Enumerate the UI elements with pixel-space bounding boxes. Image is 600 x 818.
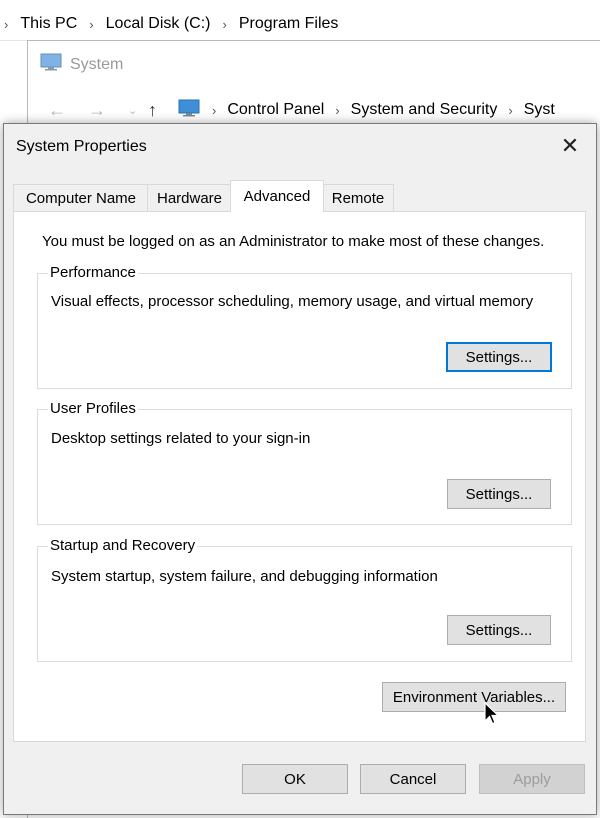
up-arrow-icon[interactable]: ↑ [148, 100, 178, 121]
path-control-panel[interactable]: Control Panel [227, 101, 324, 119]
control-panel-icon [178, 99, 200, 121]
chevron-right-icon: › [4, 16, 9, 32]
cancel-button[interactable]: Cancel [360, 764, 466, 794]
chevron-right-icon: › [89, 16, 94, 32]
path-system[interactable]: Syst [524, 101, 555, 119]
chevron-right-icon: › [508, 102, 513, 118]
user-profiles-group: User Profiles Desktop settings related t… [37, 400, 572, 525]
user-profiles-settings-button[interactable]: Settings... [447, 479, 551, 509]
back-arrow-icon[interactable]: ← [48, 100, 88, 121]
system-window-title: System [40, 53, 123, 76]
chevron-right-icon: › [222, 16, 227, 32]
explorer-breadcrumb: › This PC › Local Disk (C:) › Program Fi… [0, 15, 338, 33]
monitor-icon [40, 53, 62, 76]
explorer-address-bar: › This PC › Local Disk (C:) › Program Fi… [0, 0, 600, 41]
breadcrumb-program-files[interactable]: Program Files [239, 15, 339, 33]
chevron-right-icon: › [212, 102, 217, 118]
startup-recovery-settings-button[interactable]: Settings... [447, 615, 551, 645]
performance-settings-button[interactable]: Settings... [446, 342, 552, 372]
tab-computer-name[interactable]: Computer Name [13, 184, 149, 211]
admin-notice: You must be logged on as an Administrato… [42, 233, 545, 250]
apply-button[interactable]: Apply [479, 764, 585, 794]
dialog-title: System Properties [16, 138, 147, 155]
environment-variables-button[interactable]: Environment Variables... [382, 682, 566, 712]
tab-advanced[interactable]: Advanced [230, 180, 324, 212]
chevron-right-icon: › [335, 102, 340, 118]
breadcrumb-local-disk[interactable]: Local Disk (C:) [106, 15, 211, 33]
mouse-pointer-icon [484, 701, 500, 730]
recent-locations-chevron-icon[interactable]: ⌄ [128, 104, 148, 117]
system-properties-dialog: System Properties ✕ Computer Name Hardwa… [3, 123, 597, 815]
system-nav-bar: ← → ⌄ ↑ › Control Panel › System and Sec… [48, 99, 555, 121]
startup-recovery-group: Startup and Recovery System startup, sys… [37, 537, 572, 662]
close-icon[interactable]: ✕ [554, 132, 586, 160]
tab-remote[interactable]: Remote [322, 184, 394, 211]
user-profiles-label: User Profiles [48, 400, 138, 417]
startup-recovery-description: System startup, system failure, and debu… [51, 568, 438, 585]
user-profiles-description: Desktop settings related to your sign-in [51, 430, 311, 447]
startup-recovery-label: Startup and Recovery [48, 537, 198, 554]
path-system-and-security[interactable]: System and Security [351, 101, 498, 119]
performance-group: Performance Visual effects, processor sc… [37, 264, 572, 389]
tab-hardware[interactable]: Hardware [147, 184, 232, 211]
system-title-text: System [70, 55, 124, 73]
performance-description: Visual effects, processor scheduling, me… [51, 293, 534, 310]
advanced-tab-panel: You must be logged on as an Administrato… [13, 211, 586, 742]
breadcrumb-this-pc[interactable]: This PC [20, 15, 77, 33]
forward-arrow-icon[interactable]: → [88, 100, 128, 121]
ok-button[interactable]: OK [242, 764, 348, 794]
performance-label: Performance [48, 264, 138, 281]
